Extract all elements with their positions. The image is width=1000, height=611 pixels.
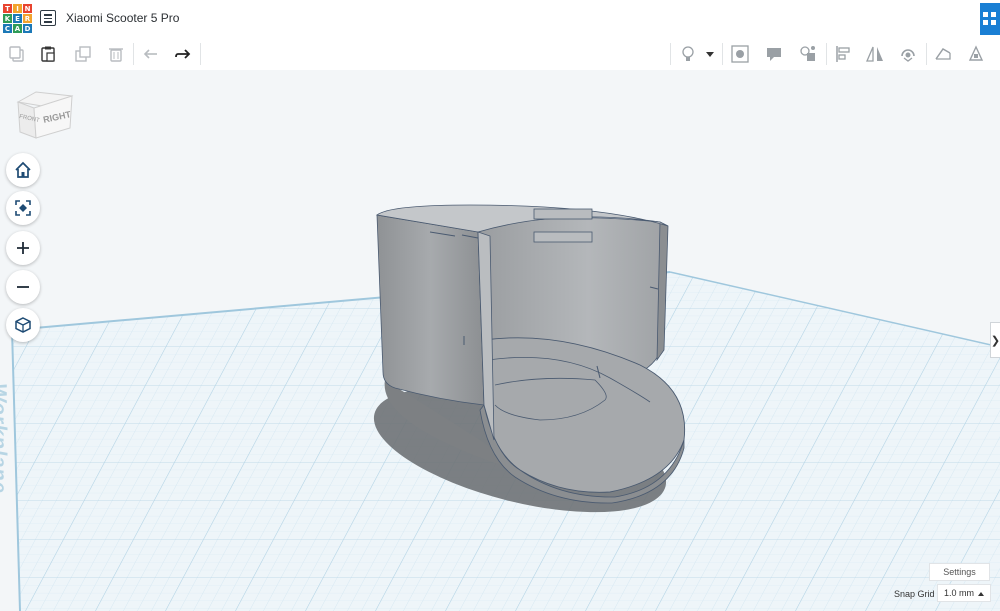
logo-letter: N <box>23 4 32 13</box>
undo-icon[interactable] <box>141 44 161 64</box>
view-cube[interactable]: FRONT RIGHT <box>14 88 76 148</box>
settings-button[interactable]: Settings <box>929 563 990 581</box>
logo-letter: E <box>13 14 22 23</box>
home-icon <box>15 161 31 178</box>
align-icon[interactable] <box>834 44 854 64</box>
model-outer-wall <box>376 214 485 406</box>
chevron-right-icon: ❯ <box>990 334 1000 347</box>
top-bar: T I N K E R C A D Xiaomi Scooter 5 Pro <box>0 0 1000 38</box>
dropdown-caret-icon[interactable] <box>703 44 717 64</box>
workplane-scene <box>11 204 1000 611</box>
fit-all-button[interactable] <box>6 191 40 225</box>
tinkercad-logo[interactable]: T I N K E R C A D <box>3 4 32 33</box>
ortho-view-button[interactable] <box>6 308 40 342</box>
note-icon[interactable] <box>764 44 784 64</box>
zoom-out-button[interactable] <box>6 270 40 304</box>
send-to-icon[interactable] <box>966 44 986 64</box>
delete-icon[interactable] <box>106 44 126 64</box>
snap-grid-select[interactable]: 1.0 mm <box>937 584 991 602</box>
flip-icon[interactable] <box>898 44 918 64</box>
group-icon[interactable] <box>798 44 818 64</box>
snap-grid-label: Snap Grid <box>894 589 935 599</box>
zoom-in-button[interactable] <box>6 231 40 265</box>
logo-letter: T <box>3 4 12 13</box>
edit-toolbar <box>0 37 1000 71</box>
design-list-icon[interactable] <box>40 10 56 26</box>
light-bulb-icon[interactable] <box>678 44 698 64</box>
redo-icon[interactable] <box>173 44 193 64</box>
logo-letter: I <box>13 4 22 13</box>
shapes-panel-toggle[interactable]: ❯ <box>990 322 1000 358</box>
copy-icon[interactable] <box>7 44 27 64</box>
grid-view-icon[interactable] <box>980 3 1000 35</box>
logo-letter: R <box>23 14 32 23</box>
paste-icon[interactable] <box>38 44 58 64</box>
home-view-button[interactable] <box>6 153 40 187</box>
3d-viewport[interactable]: Workplane <box>0 70 1000 611</box>
mirror-icon[interactable] <box>865 44 885 64</box>
logo-letter: A <box>13 24 22 33</box>
tinkercad-app: T I N K E R C A D Xiaomi Scooter 5 Pro W… <box>0 0 1000 611</box>
design-title[interactable]: Xiaomi Scooter 5 Pro <box>66 11 179 25</box>
duplicate-icon[interactable] <box>73 44 93 64</box>
fit-all-icon <box>15 200 31 216</box>
logo-letter: K <box>3 14 12 23</box>
snap-grid-value: 1.0 mm <box>944 588 975 598</box>
workplane-label: Workplane <box>0 381 10 496</box>
caret-up-icon <box>978 592 984 596</box>
workplane-view-icon[interactable] <box>730 44 750 64</box>
ortho-view-icon <box>15 317 31 333</box>
zoom-out-icon <box>17 286 29 288</box>
logo-letter: C <box>3 24 12 33</box>
zoom-in-icon <box>17 242 29 254</box>
logo-letter: D <box>23 24 32 33</box>
export-icon[interactable] <box>933 44 953 64</box>
